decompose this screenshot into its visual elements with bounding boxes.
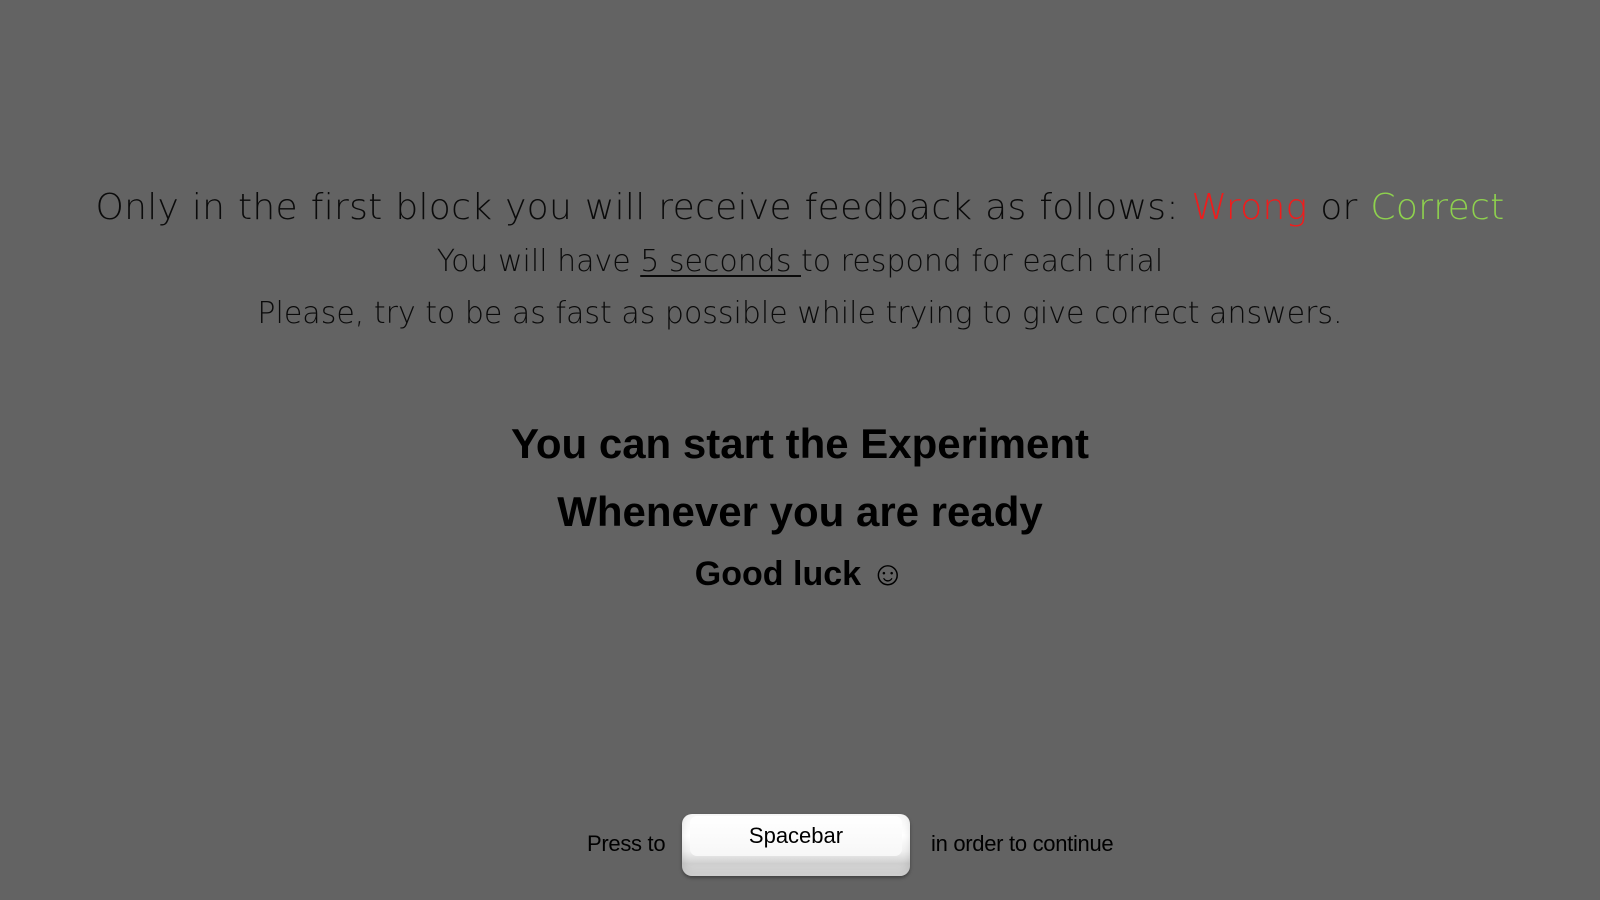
speed-instruction: Please, try to be as fast as possible wh… bbox=[257, 296, 1343, 331]
time-limit-suffix: to respond for each trial bbox=[801, 244, 1164, 279]
wrong-feedback-label: Wrong bbox=[1191, 187, 1308, 228]
start-heading: You can start the Experiment bbox=[510, 420, 1090, 467]
ready-heading: Whenever you are ready bbox=[557, 488, 1043, 535]
continue-text: in order to continue bbox=[931, 831, 1114, 856]
time-limit-prefix: You will have bbox=[436, 244, 641, 279]
feedback-instruction-text: Only in the first block you will receive… bbox=[95, 187, 1192, 228]
or-word: or bbox=[1307, 187, 1371, 228]
correct-feedback-label: Correct bbox=[1370, 187, 1505, 228]
time-limit-instruction: You will have 5 seconds to respond for e… bbox=[0, 244, 1600, 279]
spacebar-key-button[interactable]: Spacebar bbox=[682, 814, 910, 876]
press-to-text: Press to bbox=[587, 831, 666, 856]
time-limit-value: 5 seconds bbox=[640, 244, 801, 279]
good-luck-heading: Good luck ☺ bbox=[694, 555, 906, 593]
feedback-instruction: Only in the first block you will receive… bbox=[0, 187, 1600, 228]
spacebar-key-label: Spacebar bbox=[748, 823, 844, 848]
